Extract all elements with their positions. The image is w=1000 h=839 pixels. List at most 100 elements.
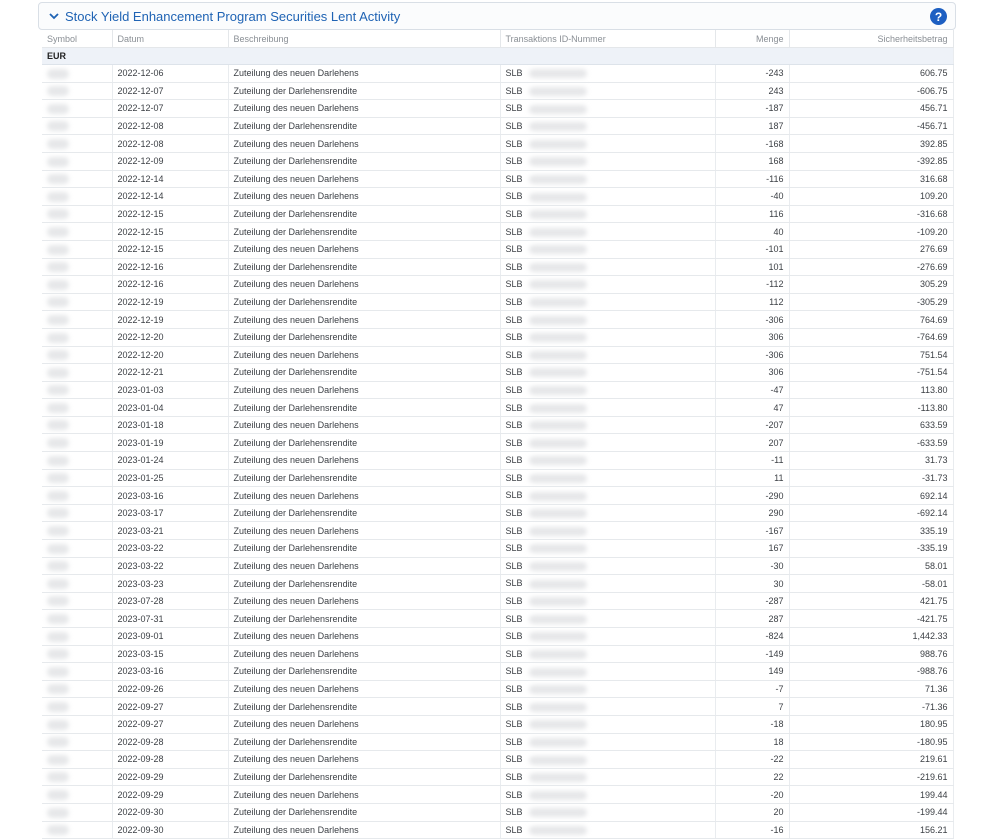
description-cell: Zuteilung des neuen Darlehens xyxy=(228,486,501,505)
transaction-id-cell: SLB xyxy=(500,205,716,224)
table-row: 2023-01-18 Zuteilung des neuen Darlehens S… xyxy=(42,416,954,435)
table-row: 2022-12-19 Zuteilung der Darlehensrendite… xyxy=(42,293,954,312)
redacted-transaction-id xyxy=(528,614,587,624)
redacted-symbol xyxy=(47,737,69,748)
redacted-symbol xyxy=(47,244,69,255)
redacted-transaction-id xyxy=(528,790,587,800)
symbol-cell xyxy=(42,328,113,347)
symbol-cell xyxy=(42,521,113,541)
transaction-id-cell: SLB xyxy=(500,328,716,347)
transaction-type: SLB xyxy=(505,789,523,800)
description-cell: Zuteilung des neuen Darlehens xyxy=(228,134,501,153)
transaction-id-cell: SLB xyxy=(500,381,716,400)
description-cell: Zuteilung des neuen Darlehens xyxy=(228,785,501,804)
currency-label: EUR xyxy=(42,47,954,65)
symbol-cell xyxy=(42,662,113,681)
redacted-transaction-id xyxy=(528,104,587,114)
quantity-cell: 187 xyxy=(715,117,790,136)
symbol-cell xyxy=(42,574,113,593)
quantity-cell: 30 xyxy=(715,574,790,593)
redacted-transaction-id xyxy=(528,210,587,220)
table-row: 2023-03-17 Zuteilung der Darlehensrendite… xyxy=(42,504,954,523)
date-cell: 2022-12-20 xyxy=(112,346,229,365)
transaction-type: SLB xyxy=(505,437,523,448)
table-row: 2022-09-27 Zuteilung der Darlehensrendite… xyxy=(42,697,954,716)
symbol-cell xyxy=(42,785,113,804)
column-header-description[interactable]: Beschreibung xyxy=(228,30,501,48)
transaction-id-cell: SLB xyxy=(500,222,716,241)
table-row: 2023-09-01 Zuteilung des neuen Darlehens S… xyxy=(42,627,954,646)
table-row: 2023-03-16 Zuteilung der Darlehensrendite… xyxy=(42,662,954,681)
table-row: 2022-12-09 Zuteilung der Darlehensrendite… xyxy=(42,152,954,171)
redacted-symbol xyxy=(47,701,69,712)
description-cell: Zuteilung des neuen Darlehens xyxy=(228,64,501,83)
redacted-transaction-id xyxy=(528,350,587,360)
collateral-cell: -988.76 xyxy=(789,662,954,681)
description-cell: Zuteilung der Darlehensrendite xyxy=(228,768,501,787)
symbol-cell xyxy=(42,609,113,628)
transaction-type: SLB xyxy=(505,244,523,255)
date-cell: 2022-09-30 xyxy=(112,803,229,822)
symbol-cell xyxy=(42,680,113,699)
date-cell: 2022-12-07 xyxy=(112,99,229,118)
table-row: 2022-12-20 Zuteilung des neuen Darlehens S… xyxy=(42,346,954,365)
transaction-id-cell: SLB xyxy=(500,293,716,312)
table-row: 2022-12-06 Zuteilung des neuen Darlehens S… xyxy=(42,64,954,83)
date-cell: 2022-12-06 xyxy=(112,64,229,83)
date-cell: 2023-01-03 xyxy=(112,381,229,400)
column-header-date[interactable]: Datum xyxy=(112,30,229,48)
redacted-symbol xyxy=(47,649,69,660)
collateral-cell: 606.75 xyxy=(789,64,954,83)
collateral-cell: -305.29 xyxy=(789,293,954,312)
collateral-cell: -113.80 xyxy=(789,398,954,417)
description-cell: Zuteilung der Darlehensrendite xyxy=(228,803,501,822)
redacted-transaction-id xyxy=(528,509,587,519)
section-header[interactable]: Stock Yield Enhancement Program Securiti… xyxy=(38,2,956,30)
symbol-cell xyxy=(42,64,113,83)
redacted-transaction-id xyxy=(528,86,587,96)
quantity-cell: 40 xyxy=(715,222,790,241)
column-header-transaction-id[interactable]: Transaktions ID-Nummer xyxy=(500,30,716,48)
quantity-cell: 167 xyxy=(715,539,790,558)
table-row: 2023-01-25 Zuteilung der Darlehensrendite… xyxy=(42,469,954,488)
quantity-cell: 18 xyxy=(715,733,790,752)
column-header-symbol[interactable]: Symbol xyxy=(42,30,113,48)
symbol-cell xyxy=(42,381,113,400)
table-row: 2022-09-30 Zuteilung der Darlehensrendite… xyxy=(42,803,954,822)
collateral-cell: -335.19 xyxy=(789,539,954,558)
quantity-cell: -187 xyxy=(715,99,790,118)
transaction-id-cell: SLB xyxy=(500,574,716,593)
transaction-type: SLB xyxy=(505,631,523,642)
collateral-cell: -199.44 xyxy=(789,803,954,822)
symbol-cell xyxy=(42,363,113,382)
date-cell: 2022-12-16 xyxy=(112,258,229,277)
collateral-cell: 692.14 xyxy=(789,486,954,505)
collateral-cell: 31.73 xyxy=(789,451,954,470)
quantity-cell: 116 xyxy=(715,205,790,224)
redacted-transaction-id xyxy=(528,368,587,378)
transaction-type: SLB xyxy=(505,666,523,677)
quantity-cell: -149 xyxy=(715,645,790,664)
redacted-symbol xyxy=(47,420,69,431)
symbol-cell xyxy=(42,346,113,365)
redacted-transaction-id xyxy=(528,333,587,343)
date-cell: 2022-12-19 xyxy=(112,293,229,312)
quantity-cell: 112 xyxy=(715,293,790,312)
help-icon[interactable]: ? xyxy=(930,8,947,25)
transaction-type: SLB xyxy=(505,543,523,554)
quantity-cell: -207 xyxy=(715,416,790,435)
transaction-id-cell: SLB xyxy=(500,627,716,646)
collateral-cell: 219.61 xyxy=(789,750,954,769)
redacted-transaction-id xyxy=(528,69,587,79)
date-cell: 2022-12-08 xyxy=(112,117,229,136)
transaction-type: SLB xyxy=(505,736,523,747)
table-row: 2022-12-20 Zuteilung der Darlehensrendite… xyxy=(42,328,954,347)
transaction-type: SLB xyxy=(505,261,523,272)
column-header-quantity[interactable]: Menge xyxy=(715,30,790,48)
transaction-type: SLB xyxy=(505,701,523,712)
column-header-collateral[interactable]: Sicherheitsbetrag xyxy=(789,30,954,48)
collateral-cell: 316.68 xyxy=(789,170,954,189)
date-cell: 2023-03-16 xyxy=(112,486,229,505)
chevron-down-icon[interactable] xyxy=(47,9,61,23)
securities-lent-table: Symbol Datum Beschreibung Transaktions I… xyxy=(42,30,954,839)
